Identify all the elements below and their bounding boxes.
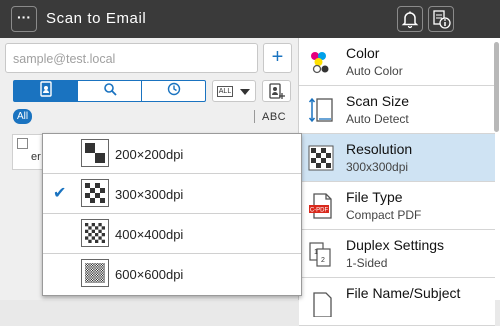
resolution-400-icon xyxy=(81,219,109,247)
setting-name: Color xyxy=(346,45,380,61)
setting-color[interactable]: Color Auto Color xyxy=(299,38,495,86)
setting-value: Compact PDF xyxy=(346,208,422,222)
checkmark-icon: ✔ xyxy=(53,185,67,202)
address-register-icon xyxy=(263,83,290,105)
svg-text:1: 1 xyxy=(314,249,318,256)
resolution-option[interactable]: 600×600dpi xyxy=(43,254,301,294)
file-name-icon xyxy=(307,287,335,318)
entry-label: er xyxy=(31,151,41,163)
setting-value: Auto Detect xyxy=(346,112,409,126)
setting-duplex[interactable]: 12 Duplex Settings 1-Sided xyxy=(299,230,495,278)
setting-name: File Name/Subject xyxy=(346,285,461,301)
resolution-option-label: 300×300dpi xyxy=(115,187,184,202)
page-title: Scan to Email xyxy=(46,10,147,27)
all-filter-chip[interactable]: All xyxy=(13,109,32,124)
chevron-down-icon xyxy=(240,89,250,95)
email-address-input[interactable]: sample@test.local xyxy=(5,43,258,73)
tab-address-book[interactable] xyxy=(14,80,78,102)
setting-name: Scan Size xyxy=(346,93,410,109)
scan-size-icon xyxy=(307,95,335,125)
setting-file-name[interactable]: File Name/Subject xyxy=(299,278,495,326)
setting-value: Auto Color xyxy=(346,64,403,78)
address-book-icon xyxy=(39,80,53,102)
menu-button[interactable]: ··· xyxy=(11,6,37,32)
setting-value: 300x300dpi xyxy=(346,160,409,174)
resolution-option-label: 200×200dpi xyxy=(115,147,184,162)
resolution-option-label: 400×400dpi xyxy=(115,227,184,242)
notification-bell-icon[interactable] xyxy=(397,6,423,32)
resolution-300-icon xyxy=(81,179,109,207)
tab-search[interactable] xyxy=(78,81,142,101)
entry-checkbox[interactable] xyxy=(17,138,28,149)
resolution-option[interactable]: 400×400dpi xyxy=(43,214,301,254)
color-icon xyxy=(307,47,335,77)
settings-panel: Color Auto Color Scan Size Auto Detect R… xyxy=(298,38,500,326)
setting-name: Duplex Settings xyxy=(346,237,445,253)
setting-name: Resolution xyxy=(346,141,413,157)
resolution-icon xyxy=(307,143,335,173)
setting-resolution[interactable]: Resolution 300x300dpi xyxy=(299,134,495,182)
svg-text:2: 2 xyxy=(321,257,325,264)
abc-index-label[interactable]: ABC xyxy=(262,111,286,123)
setting-name: File Type xyxy=(346,189,403,205)
tab-history[interactable] xyxy=(142,81,205,101)
destination-tabs xyxy=(13,80,206,102)
resolution-dropdown: 200×200dpi ✔ 300×300dpi 400×400dpi 600×6… xyxy=(42,133,302,296)
file-type-badge: C-PDF xyxy=(310,208,329,214)
setting-file-type[interactable]: C-PDF File Type Compact PDF xyxy=(299,182,495,230)
divider xyxy=(254,110,255,123)
top-bar: ··· Scan to Email xyxy=(0,0,500,38)
all-box-label: ALL xyxy=(217,86,233,97)
resolution-option-selected[interactable]: ✔ 300×300dpi xyxy=(43,174,301,214)
settings-scrollbar[interactable] xyxy=(494,42,499,132)
clock-icon xyxy=(167,82,181,101)
resolution-option[interactable]: 200×200dpi xyxy=(43,134,301,174)
search-icon xyxy=(103,82,117,101)
duplex-icon: 12 xyxy=(307,239,335,269)
resolution-600-icon xyxy=(81,259,109,287)
setting-scan-size[interactable]: Scan Size Auto Detect xyxy=(299,86,495,134)
file-type-icon: C-PDF xyxy=(307,191,335,221)
index-filter-dropdown[interactable]: ALL xyxy=(212,80,256,102)
job-info-icon[interactable] xyxy=(428,6,454,32)
add-destination-button[interactable]: + xyxy=(263,43,292,73)
resolution-option-label: 600×600dpi xyxy=(115,267,184,282)
resolution-200-icon xyxy=(81,139,109,167)
setting-value: 1-Sided xyxy=(346,256,388,270)
register-address-button[interactable] xyxy=(262,80,291,102)
